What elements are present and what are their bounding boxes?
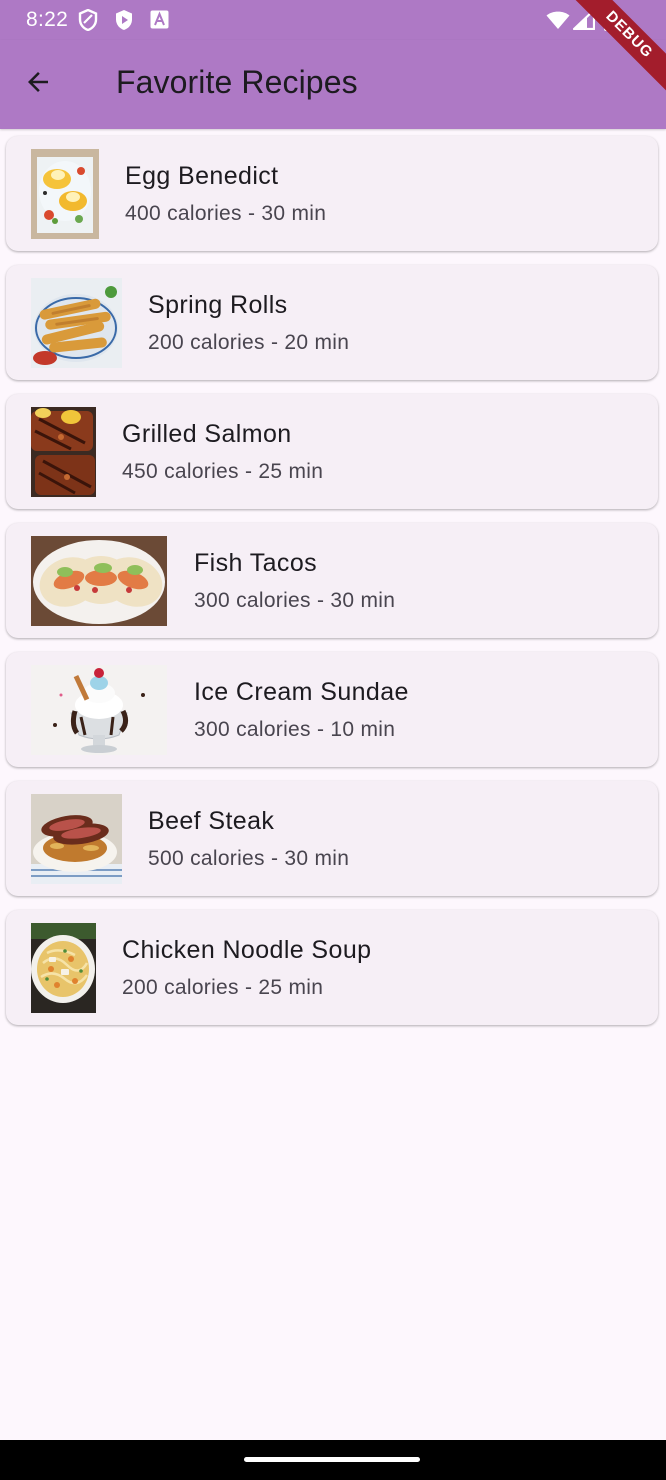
recipe-text: Chicken Noodle Soup 200 calories - 25 mi… [122,936,371,1000]
recipe-meta: 500 calories - 30 min [148,847,350,870]
recipe-card-beef-steak[interactable]: Beef Steak 500 calories - 30 min [6,781,658,896]
recipe-name: Fish Tacos [194,549,318,577]
arrow-back-icon [23,67,53,102]
recipe-meta: 200 calories - 20 min [148,331,350,354]
status-time: 8:22 [26,8,69,31]
recipe-meta: 400 calories - 30 min [125,202,327,225]
battery-icon [604,7,618,36]
recipe-meta: 200 calories - 25 min [122,976,324,999]
home-gesture-handle[interactable] [244,1457,420,1462]
font-a-icon [150,10,169,34]
cellular-signal-icon [572,8,596,35]
recipe-text: Ice Cream Sundae 300 calories - 10 min [194,678,409,742]
play-protect-icon [114,9,134,36]
recipe-name: Grilled Salmon [122,420,292,448]
recipe-meta: 300 calories - 10 min [194,718,396,741]
recipe-name: Chicken Noodle Soup [122,936,372,964]
system-navigation-bar [0,1440,666,1480]
chicken-noodle-soup-photo [31,923,96,1013]
back-button[interactable] [14,60,62,108]
recipe-meta: 300 calories - 30 min [194,589,396,612]
recipe-text: Beef Steak 500 calories - 30 min [148,807,349,871]
recipe-card-egg-benedict[interactable]: Egg Benedict 400 calories - 30 min [6,136,658,251]
page-title: Favorite Recipes [116,64,358,100]
beef-steak-photo [31,794,122,884]
recipe-meta: 450 calories - 25 min [122,460,324,483]
recipe-name: Spring Rolls [148,291,288,319]
recipe-card-ice-cream-sundae[interactable]: Ice Cream Sundae 300 calories - 10 min [6,652,658,767]
spring-rolls-photo [31,278,122,368]
recipe-text: Fish Tacos 300 calories - 30 min [194,549,395,613]
fish-tacos-photo [31,536,167,626]
recipe-name: Egg Benedict [125,162,279,190]
ice-cream-sundae-photo [31,665,167,755]
status-bar: 8:22 [0,0,666,40]
recipe-text: Grilled Salmon 450 calories - 25 min [122,420,323,484]
egg-benedict-photo [31,149,99,239]
privacy-shield-icon [78,8,98,36]
recipe-card-chicken-noodle-soup[interactable]: Chicken Noodle Soup 200 calories - 25 mi… [6,910,658,1025]
recipe-text: Egg Benedict 400 calories - 30 min [125,162,326,226]
recipe-text: Spring Rolls 200 calories - 20 min [148,291,349,355]
recipe-card-grilled-salmon[interactable]: Grilled Salmon 450 calories - 25 min [6,394,658,509]
app-bar: Favorite Recipes [0,40,666,129]
recipe-name: Beef Steak [148,807,275,835]
recipe-card-fish-tacos[interactable]: Fish Tacos 300 calories - 30 min [6,523,658,638]
recipe-card-spring-rolls[interactable]: Spring Rolls 200 calories - 20 min [6,265,658,380]
wifi-icon [546,10,570,35]
recipe-name: Ice Cream Sundae [194,678,409,706]
recipe-list: Egg Benedict 400 calories - 30 min Sprin… [6,136,658,1039]
grilled-salmon-photo [31,407,96,497]
